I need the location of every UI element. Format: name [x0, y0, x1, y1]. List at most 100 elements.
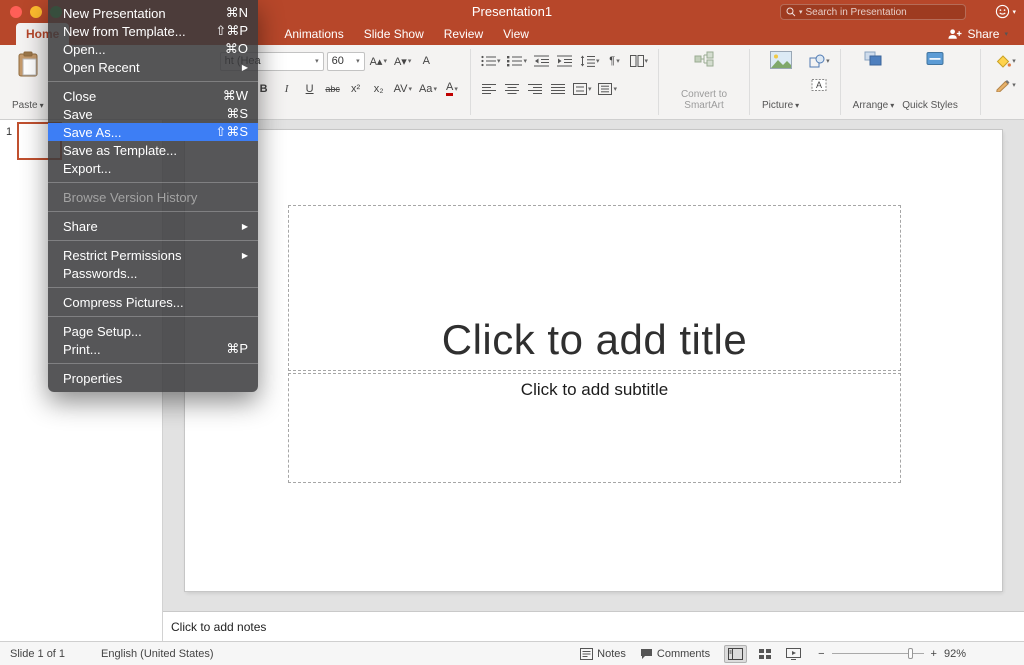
text-direction-button[interactable]: ¶▾ — [605, 51, 625, 71]
menu-item-properties[interactable]: Properties — [48, 369, 258, 387]
decrease-indent-button[interactable] — [532, 51, 552, 71]
superscript-icon: x² — [351, 83, 360, 95]
menu-item-open[interactable]: Open...⌘O — [48, 40, 258, 58]
tab-animations[interactable]: Animations — [274, 23, 353, 45]
tab-review[interactable]: Review — [434, 23, 493, 45]
caret-down-icon: ▾ — [383, 57, 387, 65]
caret-down-icon: ▾ — [616, 57, 620, 65]
text-box-button[interactable]: A — [807, 75, 832, 95]
fill-bucket-icon — [995, 55, 1011, 68]
caret-down-icon: ▾ — [454, 85, 458, 93]
menu-item-save-as-template[interactable]: Save as Template... — [48, 141, 258, 159]
menu-item-close[interactable]: Close⌘W — [48, 87, 258, 105]
strikethrough-button[interactable]: abc — [323, 79, 343, 99]
menu-separator — [48, 182, 258, 183]
menu-item-compress-pictures[interactable]: Compress Pictures... — [48, 293, 258, 311]
superscript-button[interactable]: x² — [346, 79, 366, 99]
character-spacing-button[interactable]: AV▾ — [392, 79, 414, 99]
shrink-font-button[interactable]: A▾▾ — [392, 51, 413, 71]
subtitle-placeholder[interactable]: Click to add subtitle — [288, 373, 901, 483]
menu-item-new-from-template[interactable]: New from Template...⇧⌘P — [48, 22, 258, 40]
quick-styles-button[interactable]: Quick Styles — [898, 49, 972, 113]
distribute-text-button[interactable]: ▾ — [571, 79, 594, 99]
language-button[interactable]: English (United States) — [101, 648, 214, 660]
notes-pane[interactable]: Click to add notes — [163, 611, 1024, 641]
menu-separator — [48, 81, 258, 82]
decrease-indent-icon — [534, 55, 549, 67]
menu-item-page-setup[interactable]: Page Setup... — [48, 322, 258, 340]
text-direction-icon: ¶ — [609, 55, 615, 67]
menu-item-share[interactable]: Share▶ — [48, 217, 258, 235]
tab-view[interactable]: View — [493, 23, 539, 45]
zoom-slider[interactable] — [832, 648, 924, 659]
justify-button[interactable] — [548, 79, 568, 99]
feedback-smiley-button[interactable]: ▾ — [995, 4, 1016, 19]
powerpoint-window: Presentation1 ▾ ▾ Home Animations Slide … — [0, 0, 1024, 665]
zoom-slider-thumb[interactable] — [908, 648, 913, 659]
zoom-out-button[interactable]: − — [818, 648, 824, 660]
italic-button[interactable]: I — [277, 79, 297, 99]
grow-font-icon: A▴ — [370, 55, 383, 68]
zoom-level-label[interactable]: 92% — [944, 648, 966, 660]
clear-formatting-button[interactable]: A — [416, 51, 436, 71]
numbering-button[interactable]: ▾ — [505, 51, 529, 71]
menu-item-open-recent[interactable]: Open Recent▶ — [48, 58, 258, 76]
quick-styles-icon — [926, 51, 944, 66]
convert-to-smartart-button[interactable]: Convert to SmartArt — [667, 49, 741, 113]
shrink-font-icon: A▾ — [394, 55, 407, 68]
notes-toggle-button[interactable]: Notes — [580, 648, 626, 660]
bullets-icon — [481, 55, 496, 67]
increase-indent-button[interactable] — [555, 51, 575, 71]
line-spacing-button[interactable]: ▾ — [578, 51, 602, 71]
font-color-button[interactable]: A▾ — [442, 79, 462, 99]
font-size-select[interactable]: 60▾ — [327, 52, 365, 71]
shapes-button[interactable]: ▾ — [807, 51, 832, 71]
title-placeholder-text: Click to add title — [442, 316, 747, 364]
smartart-group: Convert to SmartArt — [658, 49, 741, 115]
menu-item-restrict-permissions[interactable]: Restrict Permissions▶ — [48, 246, 258, 264]
caret-down-icon: ▾ — [1012, 81, 1016, 89]
subscript-button[interactable]: x₂ — [369, 79, 389, 99]
align-center-button[interactable] — [502, 79, 522, 99]
shape-outline-button[interactable]: ▾ — [993, 75, 1018, 95]
slide-count-label: Slide 1 of 1 — [10, 648, 65, 660]
character-spacing-icon: AV — [394, 83, 408, 95]
tab-slide-show[interactable]: Slide Show — [354, 23, 434, 45]
caret-down-icon: ▾ — [1012, 57, 1016, 65]
menu-item-print[interactable]: Print...⌘P — [48, 340, 258, 358]
search-input[interactable] — [806, 7, 960, 18]
bullets-button[interactable]: ▾ — [479, 51, 503, 71]
columns-button[interactable]: ▾ — [628, 51, 651, 71]
underline-button[interactable]: U — [300, 79, 320, 99]
title-placeholder[interactable]: Click to add title — [288, 205, 901, 371]
grow-font-button[interactable]: A▴▾ — [368, 51, 389, 71]
change-case-button[interactable]: Aa▾ — [417, 79, 439, 99]
slide-show-view-button[interactable] — [783, 646, 804, 662]
zoom-in-button[interactable]: + — [931, 648, 937, 660]
align-right-button[interactable] — [525, 79, 545, 99]
menu-item-new-presentation[interactable]: New Presentation⌘N — [48, 4, 258, 22]
paste-button[interactable]: Paste▾ — [8, 49, 48, 113]
align-left-button[interactable] — [479, 79, 499, 99]
svg-text:A: A — [816, 80, 822, 90]
slide-sorter-view-button[interactable] — [755, 646, 775, 662]
convert-to-smartart-label: Convert to SmartArt — [671, 89, 737, 111]
shape-fill-button[interactable]: ▾ — [993, 51, 1018, 71]
comments-toggle-button[interactable]: Comments — [640, 648, 710, 660]
menu-item-save-as[interactable]: Save As...⇧⌘S — [48, 123, 258, 141]
align-center-icon — [505, 83, 519, 95]
bold-icon: B — [260, 83, 268, 95]
smartart-icon — [694, 51, 714, 67]
shapes-icon — [809, 54, 825, 68]
picture-button[interactable]: Picture▾ — [758, 49, 803, 113]
menu-item-passwords[interactable]: Passwords... — [48, 264, 258, 282]
text-box-icon: A — [811, 78, 827, 92]
slide-canvas[interactable]: Click to add title Click to add subtitle — [185, 130, 1002, 591]
menu-item-save[interactable]: Save⌘S — [48, 105, 258, 123]
search-field[interactable]: ▾ — [780, 4, 966, 20]
align-text-button[interactable]: ▾ — [596, 79, 619, 99]
normal-view-button[interactable] — [724, 645, 747, 663]
share-button[interactable]: Share ▾ — [947, 23, 1008, 45]
menu-item-export[interactable]: Export... — [48, 159, 258, 177]
arrange-button[interactable]: Arrange▾ — [849, 49, 899, 113]
